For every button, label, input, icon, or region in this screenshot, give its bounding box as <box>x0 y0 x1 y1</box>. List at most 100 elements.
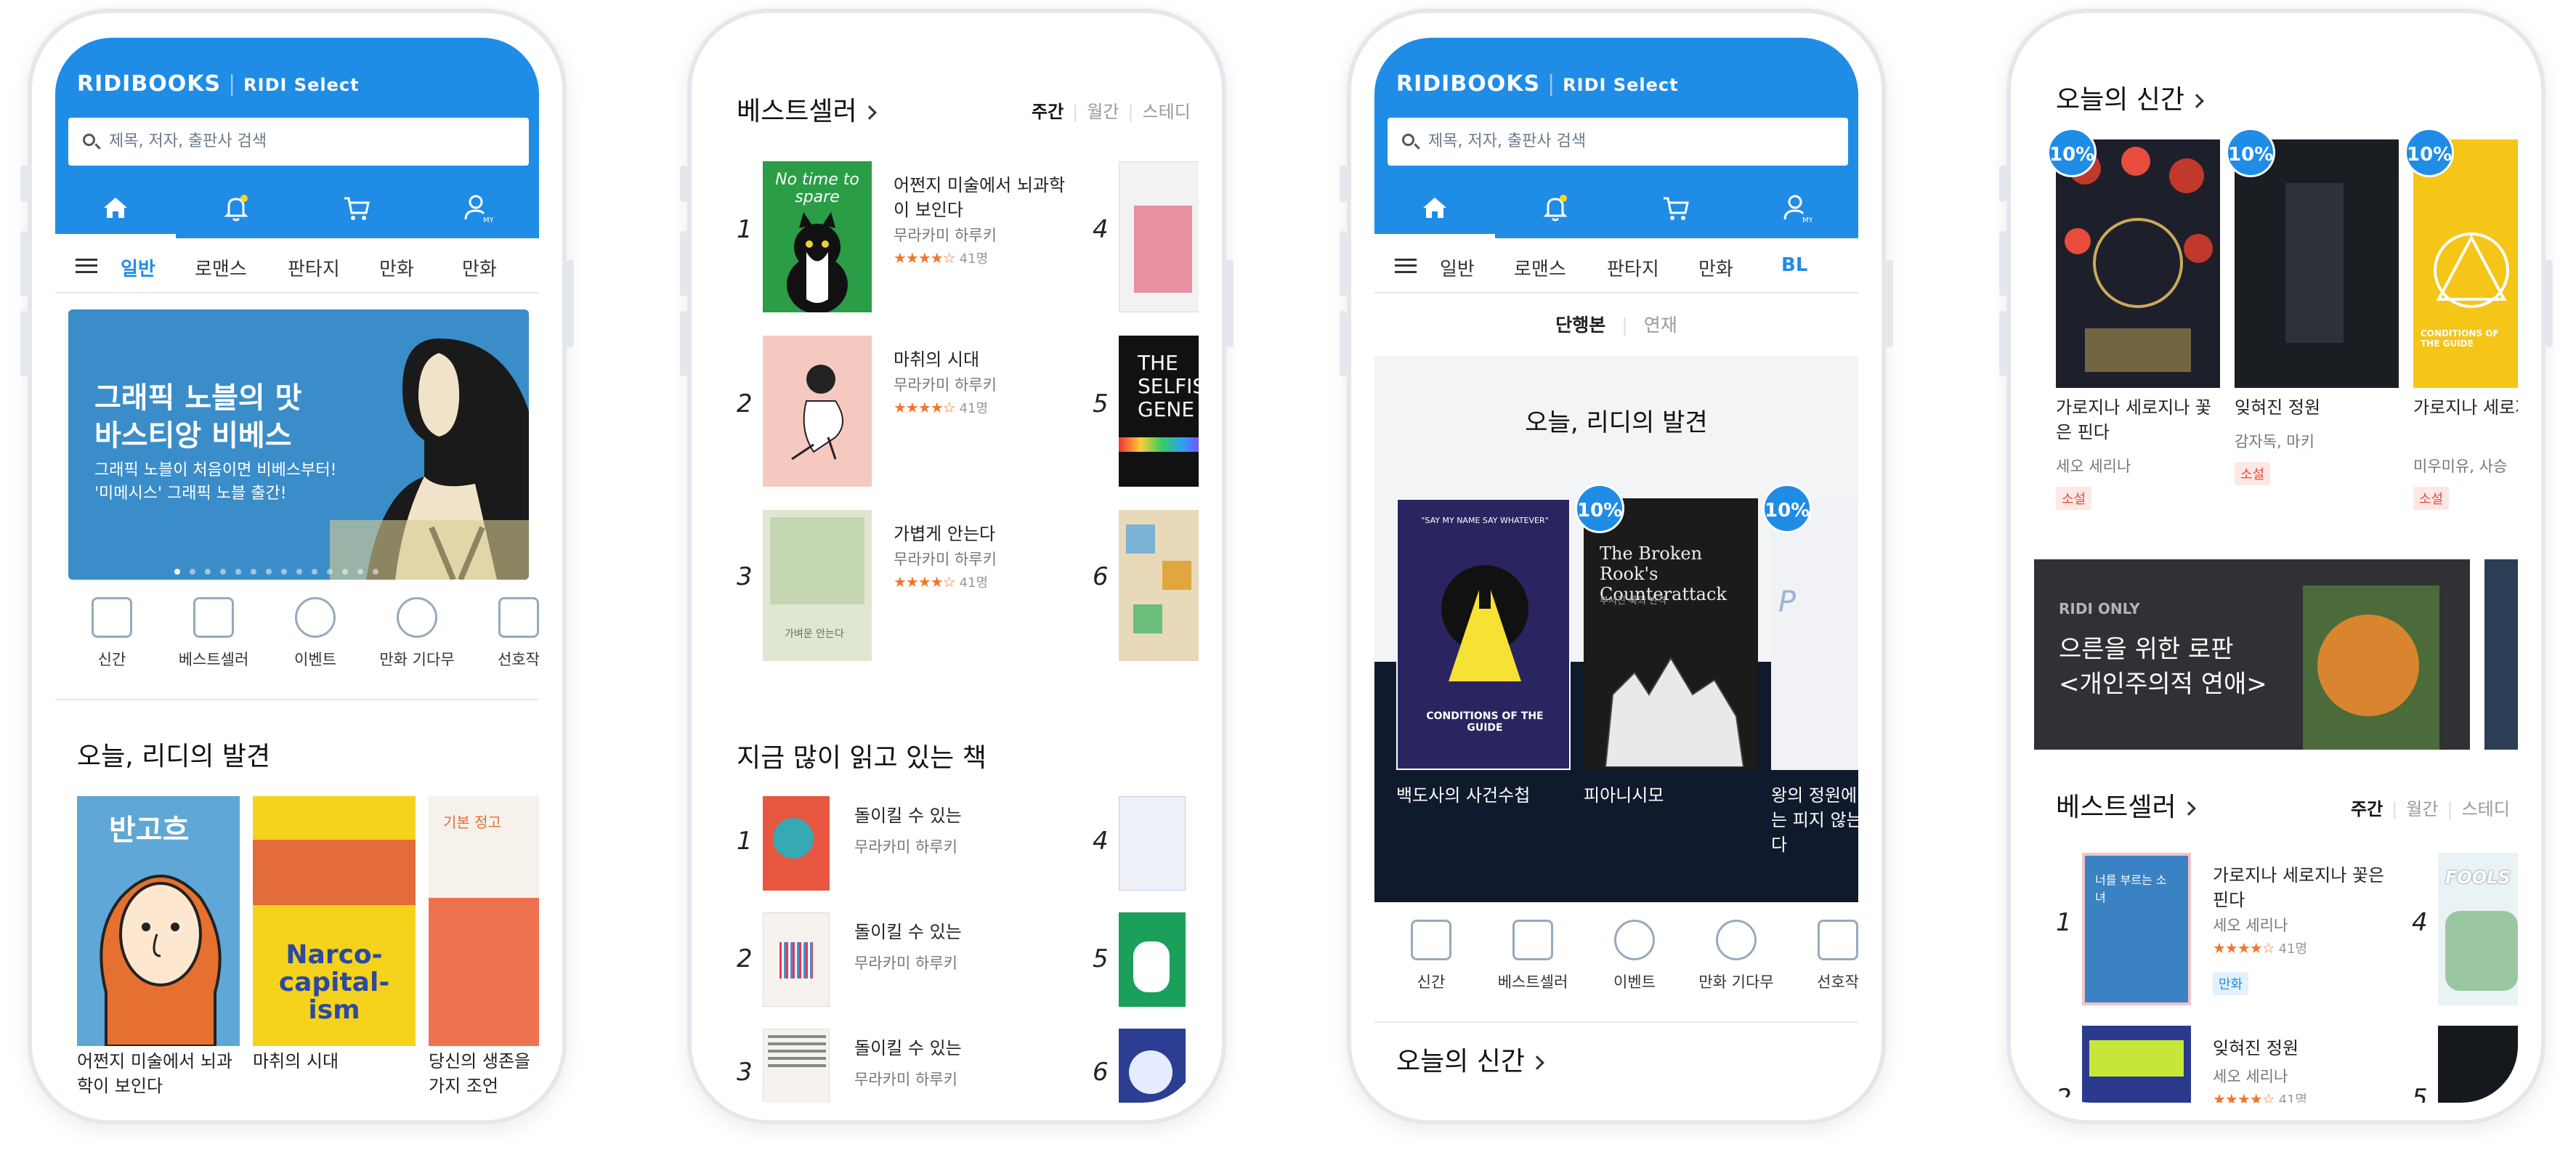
section-title-new[interactable]: 오늘의 신간 <box>2056 78 2204 116</box>
book-cover[interactable] <box>1119 1029 1186 1103</box>
bell-icon[interactable] <box>1495 177 1616 238</box>
book-cover[interactable] <box>1119 510 1199 661</box>
book-cover[interactable]: P <box>1771 498 1858 770</box>
quick-event[interactable]: 이벤트 <box>272 597 359 670</box>
book-title[interactable]: 피아니시모 <box>1584 783 1758 808</box>
book-title[interactable]: 마취의 시대 <box>253 1049 416 1074</box>
quick-new[interactable]: 신간 <box>1388 920 1475 992</box>
book-title[interactable]: 왕의 정원에는 피지 않는다 <box>1771 783 1858 857</box>
book-title[interactable]: 백도사의 사건수첩 <box>1396 783 1571 808</box>
tab-weekly[interactable]: 주간 <box>1032 102 1064 122</box>
section-title-new[interactable]: 오늘의 신간 <box>1396 1040 1544 1078</box>
hamburger-icon[interactable] <box>76 259 97 273</box>
bell-icon[interactable] <box>176 177 296 238</box>
book-title[interactable]: 가로지나 세로지나 꽃은 핀다 <box>2213 863 2387 912</box>
app-header: RIDIBOOKS | RIDI Select 제목, 저자, 출판사 검색 MY <box>1374 38 1858 238</box>
home-icon[interactable] <box>1374 177 1495 238</box>
book-title[interactable]: 돌이킬 수 있는 <box>854 803 962 828</box>
book-cover[interactable]: THE SELFISH GENE <box>1119 336 1199 487</box>
quick-comic-wait[interactable]: 만화 기다무 <box>373 597 461 670</box>
tab-general[interactable]: 일반 <box>121 254 155 281</box>
book-cover[interactable]: 반고흐 <box>77 796 240 1046</box>
book-cover[interactable]: The Broken Rook's Counterattack 부서진 룩의 반… <box>1584 498 1758 770</box>
book-cover[interactable]: Narco-capital-ism <box>253 796 416 1046</box>
ridi-only-banner[interactable]: RIDI ONLY 으른을 위한 로판 <개인주의적 연애> <box>2034 559 2470 750</box>
book-cover[interactable] <box>763 336 872 487</box>
book-cover[interactable]: 기본 정고 <box>429 796 539 1046</box>
discount-badge: 10% <box>2405 128 2454 177</box>
quick-comic-wait[interactable]: 만화 기다무 <box>1693 920 1780 992</box>
quick-favorite[interactable]: 선호작 <box>1794 920 1858 992</box>
tab-comic-2[interactable]: 만화 <box>462 254 497 281</box>
search-input[interactable]: 제목, 저자, 출판사 검색 <box>1388 118 1848 166</box>
quick-bestseller[interactable]: 베스트셀러 <box>170 597 257 670</box>
ridibooks-logo[interactable]: RIDIBOOKS | RIDI Select <box>77 71 360 97</box>
tab-weekly[interactable]: 주간 <box>2351 799 2383 819</box>
phone-frame-4: 오늘의 신간 10% 10% CONDITIONS OF THE GUIDE 1… <box>1999 9 2553 1124</box>
tab-romance[interactable]: 로맨스 <box>195 254 247 281</box>
book-cover[interactable] <box>2082 1026 2191 1103</box>
book-title[interactable]: 어쩐지 미술에서 뇌과학이 보인다 <box>894 173 1068 222</box>
svg-text:MY: MY <box>483 216 493 224</box>
hero-banner[interactable]: 그래픽 노블의 맛 바스티앙 비베스 그래픽 노블이 처음이면 비베스부터! '미메… <box>68 309 529 580</box>
chevron-right-icon <box>1530 1055 1544 1070</box>
book-cover[interactable]: 가벼운 안는다 <box>763 510 872 661</box>
ridibooks-logo[interactable]: RIDIBOOKS | RIDI Select <box>1396 71 1679 97</box>
quick-event[interactable]: 이벤트 <box>1591 920 1678 992</box>
book-cover[interactable] <box>2438 1026 2518 1103</box>
book-cover[interactable]: No time to spare <box>763 161 872 312</box>
next-banner[interactable] <box>2484 559 2518 750</box>
book-title[interactable]: 가로지나 세로지나 꽃은 핀다 <box>2413 395 2518 420</box>
sub-tabs: 단행본 | 연재 <box>1374 295 1858 356</box>
book-cover[interactable] <box>1119 161 1199 312</box>
quick-new[interactable]: 신간 <box>68 597 155 670</box>
section-title-bestseller[interactable]: 베스트셀러 <box>737 90 877 128</box>
tab-comic[interactable]: 만화 <box>379 254 414 281</box>
tab-bl[interactable]: BL <box>1781 254 1807 276</box>
book-title[interactable]: 돌이킬 수 있는 <box>854 1036 962 1061</box>
cart-icon[interactable] <box>1616 177 1736 238</box>
book-cover[interactable] <box>763 1029 830 1103</box>
book-cover[interactable]: FOOLS <box>2438 853 2518 1005</box>
quick-favorite[interactable]: 선호작 <box>475 597 539 670</box>
tab-single[interactable]: 단행본 <box>1555 315 1605 336</box>
hamburger-icon[interactable] <box>1395 259 1417 273</box>
book-cover[interactable] <box>763 796 830 891</box>
discount-badge: 10% <box>1575 484 1624 533</box>
search-input[interactable]: 제목, 저자, 출판사 검색 <box>68 118 529 166</box>
section-title-reading-now: 지금 많이 읽고 있는 책 <box>737 743 987 773</box>
quick-bestseller[interactable]: 베스트셀러 <box>1489 920 1576 992</box>
book-cover[interactable] <box>1119 796 1186 891</box>
book-cover[interactable] <box>763 912 830 1007</box>
book-title[interactable]: 가로지나 세로지나 꽃은 핀다 <box>2056 395 2220 445</box>
clock-chat-icon <box>1716 920 1757 960</box>
section-title-bestseller[interactable]: 베스트셀러 <box>2056 786 2196 824</box>
tab-serial[interactable]: 연재 <box>1644 315 1677 336</box>
book-title[interactable]: 잊혀진 정원 <box>2235 395 2399 420</box>
book-title[interactable]: 당신의 생존을 위한 가지 조언 <box>429 1049 539 1098</box>
book-title[interactable]: 마취의 시대 <box>894 347 1068 372</box>
my-icon[interactable]: MY <box>417 177 538 238</box>
tab-romance[interactable]: 로맨스 <box>1514 254 1566 281</box>
tab-fantasy[interactable]: 판타지 <box>1607 254 1659 281</box>
tab-general[interactable]: 일반 <box>1440 254 1475 281</box>
tab-monthly[interactable]: 월간 <box>1087 102 1119 122</box>
cart-icon[interactable] <box>296 177 417 238</box>
book-title[interactable]: 잊혀진 정원 <box>2213 1036 2387 1061</box>
category-nav: 일반 로맨스 판타지 만화 만화 <box>55 238 539 293</box>
book-cover[interactable]: 너를 부르는 소녀 <box>2082 853 2191 1005</box>
tab-steady[interactable]: 스테디 <box>1143 102 1191 122</box>
home-icon[interactable] <box>55 177 176 238</box>
tab-monthly[interactable]: 월간 <box>2406 799 2438 819</box>
tab-comic[interactable]: 만화 <box>1698 254 1733 281</box>
period-tabs: 주간 | 월간 | 스테디 <box>1032 102 1191 122</box>
book-title[interactable]: 가볍게 안는다 <box>894 522 1068 546</box>
tab-steady[interactable]: 스테디 <box>2462 799 2510 819</box>
my-icon[interactable]: MY <box>1736 177 1857 238</box>
book-title[interactable]: 돌이킬 수 있는 <box>854 920 962 944</box>
tab-fantasy[interactable]: 판타지 <box>288 254 340 281</box>
book-cover[interactable]: "SAY MY NAME SAY WHATEVER" CONDITIONS OF… <box>1396 498 1571 770</box>
book-cover[interactable] <box>1119 912 1186 1007</box>
book-title[interactable]: 어쩐지 미술에서 뇌과학이 보인다 <box>77 1049 240 1098</box>
rating-stars: ★★★★☆ 41명 <box>2213 939 2308 957</box>
